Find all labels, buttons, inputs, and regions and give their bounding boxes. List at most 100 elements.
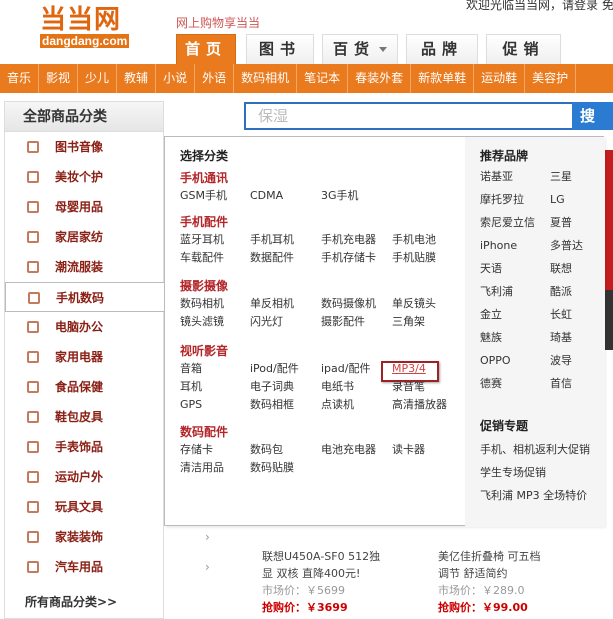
brand-link[interactable]: 琦基 [550, 330, 572, 346]
brand-link[interactable]: 魅族 [480, 330, 502, 346]
group-title[interactable]: 手机配件 [180, 213, 470, 231]
category-link[interactable]: 运动鞋 [474, 64, 526, 93]
brand-link[interactable]: 索尼爱立信 [480, 215, 535, 231]
brand-link[interactable]: 金立 [480, 307, 502, 323]
product-name[interactable]: 美亿佳折叠椅 可五档 [438, 548, 541, 565]
brand-link[interactable]: 首信 [550, 376, 572, 392]
group-title[interactable]: 手机通讯 [180, 169, 470, 187]
category-link[interactable]: 蓝牙耳机 [180, 231, 224, 249]
group-title[interactable]: 数码配件 [180, 423, 470, 441]
product-name[interactable]: 联想U450A-SF0 512独 [262, 548, 380, 565]
category-link[interactable]: 单反镜头 [392, 295, 436, 313]
category-link[interactable]: GSM手机 [180, 187, 227, 205]
brand-link[interactable]: 长虹 [550, 307, 572, 323]
category-link[interactable]: 数码包 [250, 441, 283, 459]
product-name-line2[interactable]: 显 双核 直降400元! [262, 565, 380, 582]
sidebar-item[interactable]: 家用电器 [5, 342, 163, 372]
search-button[interactable]: 搜 索 [572, 102, 613, 130]
dangdang-logo[interactable]: 当当网 dangdang.com [40, 6, 140, 54]
category-link[interactable]: 手机充电器 [321, 231, 376, 249]
brand-link[interactable]: OPPO [480, 353, 511, 369]
all-categories-link[interactable]: 所有商品分类>> [25, 593, 117, 610]
category-link[interactable]: 摄影配件 [321, 313, 365, 331]
category-link[interactable]: 春装外套 [348, 64, 412, 93]
tab-books[interactable]: 图书 [246, 34, 314, 64]
category-link[interactable]: CDMA [250, 187, 283, 205]
category-link[interactable]: 点读机 [321, 396, 354, 414]
welcome-login-text[interactable]: 欢迎光临当当网，请登录 免 [466, 0, 613, 13]
category-link[interactable]: 数码摄像机 [321, 295, 376, 313]
category-link[interactable]: 车载配件 [180, 249, 224, 267]
category-link[interactable]: ipad/配件 [321, 360, 370, 378]
category-link[interactable]: 音乐 [0, 64, 40, 93]
category-link[interactable]: iPod/配件 [250, 360, 299, 378]
sidebar-item[interactable]: 手机数码 [5, 282, 164, 312]
sidebar-item[interactable]: 潮流服装 [5, 252, 163, 282]
brand-link[interactable]: LG [550, 192, 565, 208]
sidebar-item[interactable]: 汽车用品 › [5, 552, 210, 582]
promotion-link[interactable]: 飞利浦 MP3 全场特价 [480, 487, 587, 503]
category-link[interactable]: 电池充电器 [321, 441, 376, 459]
brand-link[interactable]: 天语 [480, 261, 502, 277]
sidebar-item[interactable]: 母婴用品 [5, 192, 163, 222]
sidebar-item[interactable]: 手表饰品 [5, 432, 163, 462]
sidebar-item[interactable]: 电脑办公 [5, 312, 163, 342]
sidebar-item[interactable]: 运动户外› [5, 462, 210, 492]
brand-link[interactable]: 德赛 [480, 376, 502, 392]
sidebar-item[interactable]: 鞋包皮具 [5, 402, 163, 432]
tab-promotions[interactable]: 促销 [486, 34, 561, 64]
category-link[interactable]: 清洁用品 [180, 459, 224, 477]
category-link[interactable]: 外语 [195, 64, 235, 93]
brand-link[interactable]: 联想 [550, 261, 572, 277]
category-link[interactable]: 数码贴膜 [250, 459, 294, 477]
category-link[interactable]: 数据配件 [250, 249, 294, 267]
brand-link[interactable]: 诺基亚 [480, 169, 513, 185]
product-card[interactable]: 联想U450A-SF0 512独 显 双核 直降400元! 市场价：￥5699 … [262, 548, 380, 616]
category-link[interactable]: 镜头滤镜 [180, 313, 224, 331]
category-link[interactable]: 高清播放器 [392, 396, 447, 414]
search-input[interactable]: 保湿 [244, 102, 572, 130]
promotion-link[interactable]: 手机、相机返利大促销 [480, 441, 590, 457]
sidebar-item[interactable]: 图书音像 [5, 132, 163, 162]
sidebar-item[interactable]: 家居家纺 [5, 222, 163, 252]
category-link[interactable]: 手机耳机 [250, 231, 294, 249]
category-link[interactable]: 闪光灯 [250, 313, 283, 331]
brand-link[interactable]: 三星 [550, 169, 572, 185]
category-link[interactable]: 数码相机 [234, 64, 298, 93]
category-link[interactable]: 笔记本 [297, 64, 349, 93]
brand-link[interactable]: 多普达 [550, 238, 583, 254]
category-link[interactable]: 音箱 [180, 360, 202, 378]
brand-link[interactable]: 波导 [550, 353, 572, 369]
category-link[interactable]: 存储卡 [180, 441, 213, 459]
category-link[interactable]: 电子词典 [250, 378, 294, 396]
promotion-link[interactable]: 学生专场促销 [480, 464, 546, 480]
brand-link[interactable]: 摩托罗拉 [480, 192, 524, 208]
category-link[interactable]: GPS [180, 396, 202, 414]
category-link[interactable]: 耳机 [180, 378, 202, 396]
brand-link[interactable]: 酷派 [550, 284, 572, 300]
category-link[interactable]: 新款单鞋 [411, 64, 475, 93]
category-link[interactable]: 数码相机 [180, 295, 224, 313]
brand-link[interactable]: 夏普 [550, 215, 572, 231]
category-link[interactable]: 数码相框 [250, 396, 294, 414]
category-link[interactable]: 手机贴膜 [392, 249, 436, 267]
category-link[interactable]: 三角架 [392, 313, 425, 331]
category-link[interactable]: 手机存储卡 [321, 249, 376, 267]
category-link[interactable]: 电纸书 [321, 378, 354, 396]
category-link[interactable]: 单反相机 [250, 295, 294, 313]
category-link[interactable]: 手机电池 [392, 231, 436, 249]
group-title[interactable]: 视听影音 [180, 342, 470, 360]
sidebar-item[interactable]: 家装装饰 › [5, 522, 210, 552]
sidebar-item[interactable]: 美妆个护 [5, 162, 163, 192]
sidebar-item[interactable]: 食品保健 [5, 372, 163, 402]
brand-link[interactable]: iPhone [480, 238, 517, 254]
tab-general-goods[interactable]: 百货 [322, 34, 398, 64]
category-link[interactable]: 读卡器 [392, 441, 425, 459]
tab-brands[interactable]: 品牌 [406, 34, 478, 64]
group-title[interactable]: 摄影摄像 [180, 277, 470, 295]
category-link[interactable]: 影视 [39, 64, 79, 93]
category-link[interactable]: 教辅 [117, 64, 157, 93]
tab-home[interactable]: 首页 [176, 34, 236, 64]
category-link[interactable]: 小说 [156, 64, 196, 93]
product-name-line2[interactable]: 调节 舒适简约 [438, 565, 541, 582]
